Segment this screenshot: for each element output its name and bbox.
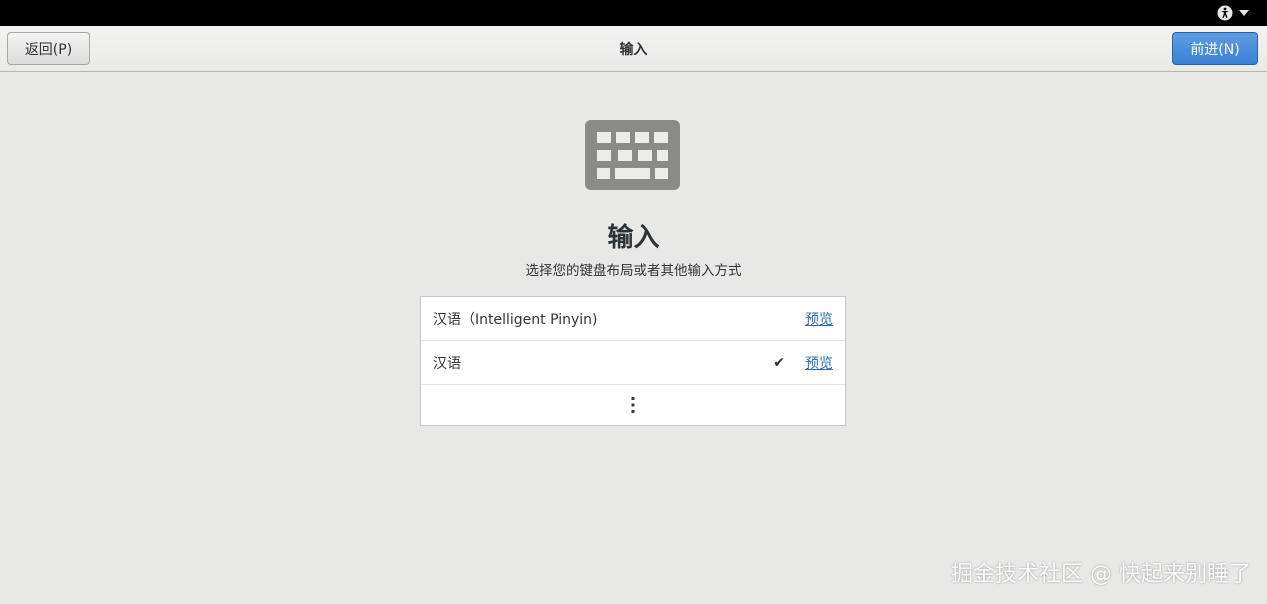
preview-link[interactable]: 预览 (805, 353, 833, 373)
page-title: 输入 (607, 223, 660, 253)
input-source-row[interactable]: 汉语（Intelligent Pinyin) 预览 (421, 297, 845, 341)
more-vertical-icon (631, 397, 635, 413)
header-bar: 返回(P) 输入 前进(N) (0, 26, 1267, 72)
input-source-label: 汉语 (433, 355, 461, 372)
checkmark-icon: ✔ (773, 354, 785, 371)
input-source-list: 汉语（Intelligent Pinyin) 预览 汉语 ✔ 预览 (420, 296, 846, 426)
input-source-row[interactable]: 汉语 ✔ 预览 (421, 341, 845, 385)
header-title: 输入 (619, 42, 648, 58)
accessibility-menu[interactable] (1217, 4, 1249, 22)
preview-link[interactable]: 预览 (805, 309, 833, 329)
accessibility-icon (1217, 5, 1233, 21)
more-input-sources-button[interactable] (421, 385, 845, 425)
next-button[interactable]: 前进(N) (1172, 32, 1258, 65)
chevron-down-icon (1239, 10, 1249, 16)
keyboard-icon (585, 120, 680, 190)
main-content: 输入 选择您的键盘布局或者其他输入方式 汉语（Intelligent Pinyi… (0, 73, 1267, 604)
back-button[interactable]: 返回(P) (7, 32, 90, 65)
page-subtitle: 选择您的键盘布局或者其他输入方式 (525, 263, 742, 279)
top-bar (0, 0, 1267, 26)
watermark: 掘金技术社区 @ 快起来别睡了 (951, 562, 1251, 587)
input-source-label: 汉语（Intelligent Pinyin) (433, 311, 598, 328)
